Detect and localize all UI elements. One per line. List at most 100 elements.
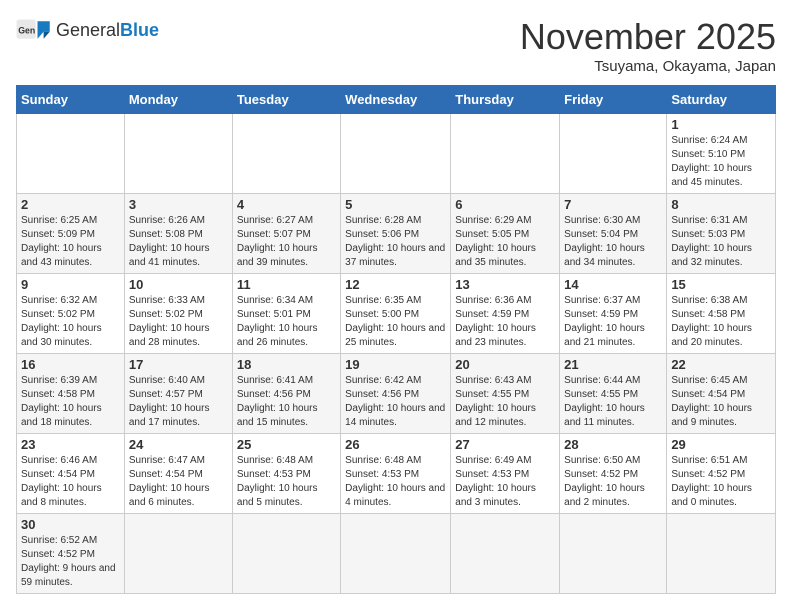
calendar-week-row: 30 Sunrise: 6:52 AM Sunset: 4:52 PM Dayli…: [17, 514, 776, 594]
calendar-cell: [232, 114, 340, 194]
weekday-header-row: SundayMondayTuesdayWednesdayThursdayFrid…: [17, 86, 776, 114]
calendar-cell: [232, 514, 340, 594]
day-info: Sunrise: 6:38 AM Sunset: 4:58 PM Dayligh…: [671, 294, 771, 350]
day-number: 15: [671, 277, 771, 292]
day-info: Sunrise: 6:32 AM Sunset: 5:02 PM Dayligh…: [21, 294, 120, 350]
day-info: Sunrise: 6:31 AM Sunset: 5:03 PM Dayligh…: [671, 214, 771, 270]
svg-text:Gen: Gen: [18, 26, 35, 36]
weekday-header-saturday: Saturday: [667, 86, 776, 114]
day-number: 6: [455, 197, 555, 212]
day-number: 7: [564, 197, 662, 212]
day-info: Sunrise: 6:51 AM Sunset: 4:52 PM Dayligh…: [671, 454, 771, 510]
weekday-header-friday: Friday: [560, 86, 667, 114]
day-number: 20: [455, 357, 555, 372]
day-info: Sunrise: 6:34 AM Sunset: 5:01 PM Dayligh…: [237, 294, 336, 350]
calendar-cell: 17Sunrise: 6:40 AM Sunset: 4:57 PM Dayli…: [124, 354, 232, 434]
logo-text: GeneralBlue: [56, 20, 159, 41]
calendar-cell: 22 Sunrise: 6:45 AM Sunset: 4:54 PM Dayli…: [667, 354, 776, 434]
weekday-header-wednesday: Wednesday: [341, 86, 451, 114]
calendar-cell: 29 Sunrise: 6:51 AM Sunset: 4:52 PM Dayli…: [667, 434, 776, 514]
day-number: 16: [21, 357, 120, 372]
day-info: Sunrise: 6:49 AM Sunset: 4:53 PM Dayligh…: [455, 454, 555, 510]
day-info: Sunrise: 6:27 AM Sunset: 5:07 PM Dayligh…: [237, 214, 336, 270]
day-info: Sunrise: 6:43 AM Sunset: 4:55 PM Dayligh…: [455, 374, 555, 430]
day-number: 22: [671, 357, 771, 372]
calendar-cell: 2Sunrise: 6:25 AM Sunset: 5:09 PM Daylig…: [17, 194, 125, 274]
day-number: 25: [237, 437, 336, 452]
calendar-cell: 9 Sunrise: 6:32 AM Sunset: 5:02 PM Daylig…: [17, 274, 125, 354]
calendar-week-row: 16 Sunrise: 6:39 AM Sunset: 4:58 PM Dayli…: [17, 354, 776, 434]
day-info: Sunrise: 6:44 AM Sunset: 4:55 PM Dayligh…: [564, 374, 662, 430]
calendar-cell: 4 Sunrise: 6:27 AM Sunset: 5:07 PM Daylig…: [232, 194, 340, 274]
calendar-cell: [124, 114, 232, 194]
page-header: Gen GeneralBlue November 2025 Tsuyama, O…: [16, 16, 776, 75]
day-number: 21: [564, 357, 662, 372]
calendar-cell: 12 Sunrise: 6:35 AM Sunset: 5:00 PM Dayli…: [341, 274, 451, 354]
calendar-cell: 11 Sunrise: 6:34 AM Sunset: 5:01 PM Dayli…: [232, 274, 340, 354]
day-info: Sunrise: 6:35 AM Sunset: 5:00 PM Dayligh…: [345, 294, 446, 350]
calendar-cell: 28Sunrise: 6:50 AM Sunset: 4:52 PM Dayli…: [560, 434, 667, 514]
day-info: Sunrise: 6:25 AM Sunset: 5:09 PM Dayligh…: [21, 214, 120, 270]
day-number: 3: [129, 197, 228, 212]
calendar-cell: 15 Sunrise: 6:38 AM Sunset: 4:58 PM Dayli…: [667, 274, 776, 354]
day-info: Sunrise: 6:48 AM Sunset: 4:53 PM Dayligh…: [237, 454, 336, 510]
day-info: Sunrise: 6:41 AM Sunset: 4:56 PM Dayligh…: [237, 374, 336, 430]
day-info: Sunrise: 6:46 AM Sunset: 4:54 PM Dayligh…: [21, 454, 120, 510]
calendar-cell: 23Sunrise: 6:46 AM Sunset: 4:54 PM Dayli…: [17, 434, 125, 514]
calendar-cell: [451, 114, 560, 194]
day-number: 10: [129, 277, 228, 292]
day-info: Sunrise: 6:29 AM Sunset: 5:05 PM Dayligh…: [455, 214, 555, 270]
weekday-header-thursday: Thursday: [451, 86, 560, 114]
calendar-cell: 18 Sunrise: 6:41 AM Sunset: 4:56 PM Dayli…: [232, 354, 340, 434]
calendar-cell: [341, 514, 451, 594]
day-number: 29: [671, 437, 771, 452]
calendar-cell: [124, 514, 232, 594]
calendar-week-row: 1Sunrise: 6:24 AM Sunset: 5:10 PM Daylig…: [17, 114, 776, 194]
calendar-cell: 20 Sunrise: 6:43 AM Sunset: 4:55 PM Dayli…: [451, 354, 560, 434]
day-number: 5: [345, 197, 446, 212]
day-number: 30: [21, 517, 120, 532]
day-number: 17: [129, 357, 228, 372]
day-number: 26: [345, 437, 446, 452]
calendar-table: SundayMondayTuesdayWednesdayThursdayFrid…: [16, 85, 776, 594]
title-block: November 2025 Tsuyama, Okayama, Japan: [520, 16, 776, 75]
calendar-cell: 10 Sunrise: 6:33 AM Sunset: 5:02 PM Dayli…: [124, 274, 232, 354]
calendar-cell: 27Sunrise: 6:49 AM Sunset: 4:53 PM Dayli…: [451, 434, 560, 514]
calendar-cell: 3 Sunrise: 6:26 AM Sunset: 5:08 PM Daylig…: [124, 194, 232, 274]
calendar-cell: [667, 514, 776, 594]
calendar-cell: 7 Sunrise: 6:30 AM Sunset: 5:04 PM Daylig…: [560, 194, 667, 274]
logo: Gen GeneralBlue: [16, 16, 159, 44]
weekday-header-monday: Monday: [124, 86, 232, 114]
day-info: Sunrise: 6:45 AM Sunset: 4:54 PM Dayligh…: [671, 374, 771, 430]
day-info: Sunrise: 6:36 AM Sunset: 4:59 PM Dayligh…: [455, 294, 555, 350]
weekday-header-tuesday: Tuesday: [232, 86, 340, 114]
day-info: Sunrise: 6:48 AM Sunset: 4:53 PM Dayligh…: [345, 454, 446, 510]
day-number: 4: [237, 197, 336, 212]
calendar-cell: 14Sunrise: 6:37 AM Sunset: 4:59 PM Dayli…: [560, 274, 667, 354]
calendar-cell: [341, 114, 451, 194]
calendar-cell: 5 Sunrise: 6:28 AM Sunset: 5:06 PM Daylig…: [341, 194, 451, 274]
day-info: Sunrise: 6:39 AM Sunset: 4:58 PM Dayligh…: [21, 374, 120, 430]
day-info: Sunrise: 6:28 AM Sunset: 5:06 PM Dayligh…: [345, 214, 446, 270]
day-info: Sunrise: 6:37 AM Sunset: 4:59 PM Dayligh…: [564, 294, 662, 350]
calendar-cell: 8Sunrise: 6:31 AM Sunset: 5:03 PM Daylig…: [667, 194, 776, 274]
day-number: 12: [345, 277, 446, 292]
calendar-cell: 19Sunrise: 6:42 AM Sunset: 4:56 PM Dayli…: [341, 354, 451, 434]
day-number: 9: [21, 277, 120, 292]
day-number: 11: [237, 277, 336, 292]
calendar-cell: [560, 514, 667, 594]
day-number: 13: [455, 277, 555, 292]
calendar-cell: 24Sunrise: 6:47 AM Sunset: 4:54 PM Dayli…: [124, 434, 232, 514]
location: Tsuyama, Okayama, Japan: [520, 58, 776, 75]
weekday-header-sunday: Sunday: [17, 86, 125, 114]
calendar-cell: [17, 114, 125, 194]
day-info: Sunrise: 6:30 AM Sunset: 5:04 PM Dayligh…: [564, 214, 662, 270]
day-number: 18: [237, 357, 336, 372]
day-info: Sunrise: 6:52 AM Sunset: 4:52 PM Dayligh…: [21, 534, 120, 590]
calendar-cell: 30 Sunrise: 6:52 AM Sunset: 4:52 PM Dayli…: [17, 514, 125, 594]
day-info: Sunrise: 6:33 AM Sunset: 5:02 PM Dayligh…: [129, 294, 228, 350]
calendar-cell: 13 Sunrise: 6:36 AM Sunset: 4:59 PM Dayli…: [451, 274, 560, 354]
day-info: Sunrise: 6:26 AM Sunset: 5:08 PM Dayligh…: [129, 214, 228, 270]
day-info: Sunrise: 6:47 AM Sunset: 4:54 PM Dayligh…: [129, 454, 228, 510]
calendar-cell: 21 Sunrise: 6:44 AM Sunset: 4:55 PM Dayli…: [560, 354, 667, 434]
